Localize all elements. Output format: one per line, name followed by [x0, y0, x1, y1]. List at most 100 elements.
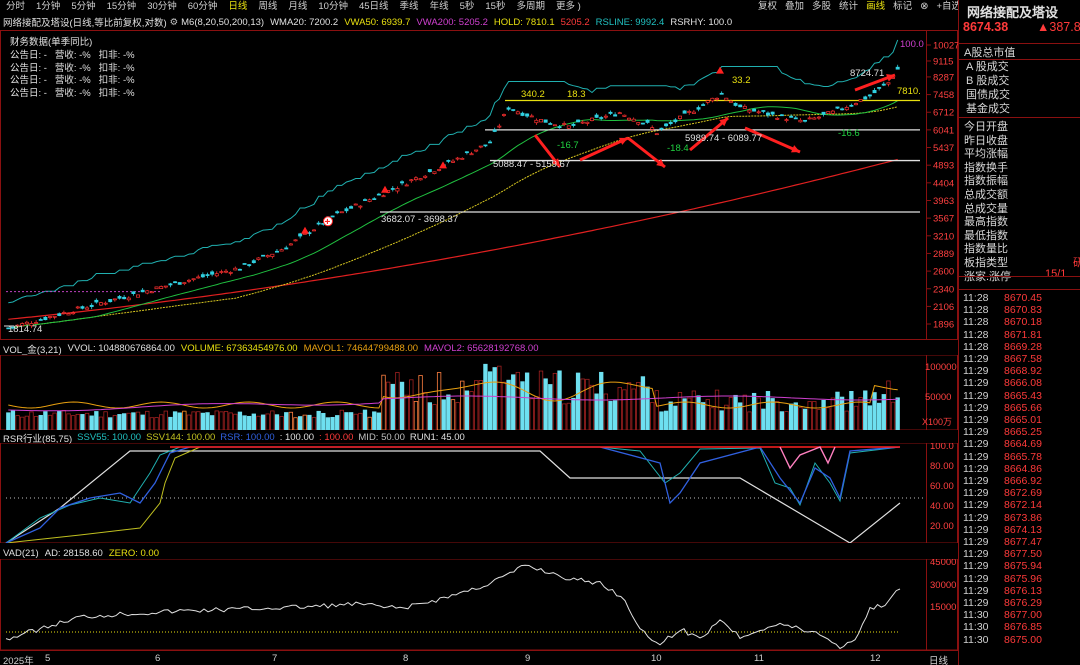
candle — [525, 113, 530, 117]
tick-price: 8670.45 — [1004, 292, 1042, 304]
close-icon[interactable]: ⊗ — [916, 0, 932, 14]
volume-bar — [636, 381, 641, 430]
period-tab[interactable]: 15分钟 — [101, 0, 142, 14]
volume-bar — [543, 378, 548, 430]
period-tab[interactable]: 更多 ) — [550, 0, 586, 14]
tick-row: 11:29 8672.69 — [963, 487, 1080, 499]
volume-title[interactable]: VOL_金(3,21) — [3, 342, 62, 356]
volume-bar — [890, 401, 896, 430]
candle — [256, 257, 261, 260]
period-tab[interactable]: 日线 — [222, 0, 252, 14]
volume-chart[interactable]: 100000 50000 X100万 — [0, 355, 958, 430]
candle — [738, 104, 743, 108]
signal-triangle — [301, 226, 309, 234]
tick-row: 11:29 8673.86 — [963, 512, 1080, 524]
period-tab[interactable]: 周线 — [252, 0, 282, 14]
candle — [501, 114, 506, 116]
settings-icon[interactable]: ⚙ — [170, 17, 179, 28]
period-tab[interactable]: 15秒 — [479, 0, 510, 14]
period-tab[interactable]: 年线 — [424, 0, 454, 14]
candle — [376, 193, 381, 196]
candle — [75, 306, 80, 309]
period-tab[interactable]: 10分钟 — [312, 0, 353, 14]
volume-bar — [135, 411, 141, 430]
period-tab[interactable]: 30分钟 — [141, 0, 182, 14]
volume-bar — [33, 416, 39, 430]
period-tab[interactable]: 季线 — [394, 0, 424, 14]
tick-price: 8668.92 — [1004, 365, 1042, 378]
candle — [413, 177, 418, 180]
volume-bar — [575, 372, 581, 430]
candle — [636, 122, 641, 125]
tool-button[interactable]: 画线 — [862, 0, 889, 14]
period-tab[interactable]: 60分钟 — [182, 0, 223, 14]
volume-bar — [358, 412, 363, 430]
volume-bar — [802, 408, 808, 430]
volume-bar — [682, 398, 687, 430]
tool-button[interactable]: 复权 — [754, 0, 781, 14]
tick-time: 11:29 — [963, 572, 989, 585]
candle — [594, 114, 599, 118]
candle — [89, 304, 94, 307]
main-chart-header: 网络接配及塔设(日线,等比前复权,对数) ⚙ M6(8,20,50,200,13… — [0, 15, 958, 30]
volume-bar — [353, 413, 358, 430]
period-tab[interactable]: 45日线 — [353, 0, 394, 14]
tick-time: 11:29 — [963, 353, 989, 365]
period-tab[interactable]: 多周期 — [510, 0, 550, 14]
volume-bar — [20, 416, 25, 430]
tool-button[interactable]: 统计 — [835, 0, 862, 14]
period-tab[interactable]: 分时 — [0, 0, 30, 14]
volume-bar — [770, 398, 775, 430]
indicator-value: VVOL: 104880676864.00 — [67, 343, 175, 354]
candle — [173, 281, 178, 284]
candle — [358, 205, 363, 208]
candlestick-chart[interactable]: 10027 9115 8287 7458 6712 6041 5437 4893 4404 396… — [0, 30, 958, 340]
period-tab[interactable]: 5秒 — [454, 0, 480, 14]
volume-bar — [316, 410, 321, 430]
candle — [886, 82, 891, 85]
volume-bar — [413, 401, 419, 430]
volume-bar — [534, 396, 539, 430]
y-axis-label: 2600 — [933, 267, 954, 278]
candle — [770, 111, 775, 115]
tick-row: 11:29 8666.92 — [963, 475, 1080, 487]
y-axis-label: 8287 — [933, 72, 954, 83]
tool-button[interactable]: 叠加 — [781, 0, 808, 14]
volume-bar — [274, 414, 280, 430]
volume-bar — [626, 382, 632, 430]
period-tab[interactable]: 5分钟 — [65, 0, 100, 14]
candle — [140, 289, 145, 293]
candle — [108, 299, 113, 303]
tick-price: 8675.94 — [1004, 560, 1042, 573]
period-tab[interactable]: 月线 — [282, 0, 312, 14]
volume-bar — [385, 381, 391, 430]
volume-bar — [835, 391, 840, 430]
y-axis-label: 50000 — [925, 392, 951, 403]
y-axis-label: 80.00 — [930, 461, 954, 472]
candle — [330, 215, 335, 218]
ssv55-line — [5, 446, 901, 543]
volume-bar — [436, 372, 442, 430]
volume-bar — [478, 380, 483, 430]
vad-title[interactable]: VAD(21) — [3, 548, 39, 559]
tick-time: 11:29 — [963, 584, 989, 597]
tool-button[interactable]: 标记 — [889, 0, 916, 14]
volume-bar — [247, 415, 252, 430]
tick-time: 11:28 — [963, 292, 989, 304]
volume-bar — [788, 403, 794, 430]
candle — [715, 97, 720, 100]
candle — [284, 247, 289, 250]
candle — [177, 282, 182, 285]
vad-chart[interactable]: 45000 30000 15000 — [0, 559, 958, 650]
volume-bar — [876, 402, 882, 430]
indicator-name[interactable]: M6(8,20,50,200,13) — [181, 17, 264, 28]
volume-bar — [61, 409, 67, 430]
rsr-chart[interactable]: 100.0 80.00 60.00 40.00 20.00 — [0, 443, 958, 543]
tick-time: 11:29 — [963, 389, 989, 402]
volume-bar — [733, 394, 738, 430]
tick-row: 11:29 8668.92 — [963, 365, 1080, 377]
tick-price: 8675.00 — [1004, 633, 1042, 646]
period-tab[interactable]: 1分钟 — [30, 0, 65, 14]
tool-button[interactable]: 多股 — [808, 0, 835, 14]
volume-bar — [608, 401, 613, 430]
